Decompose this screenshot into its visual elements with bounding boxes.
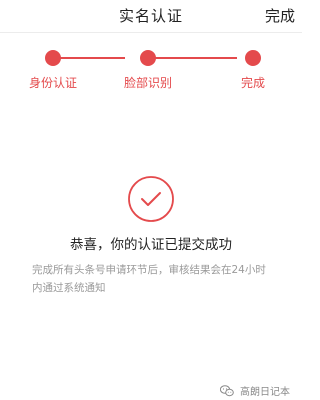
check-circle-icon (128, 176, 174, 222)
step-1-label: 身份认证 (28, 76, 78, 90)
step-connector (155, 57, 237, 59)
success-title: 恭喜，你的认证已提交成功 (70, 237, 232, 253)
watermark-text: 高朗日记本 (240, 387, 290, 398)
real-name-verification-page: 实名认证 完成 身份认证 脸部识别 完成 恭喜，你的认证已提交成功 完成所有头条… (0, 0, 302, 400)
step-2-label: 脸部识别 (123, 76, 173, 90)
step-3-label: 完成 (240, 76, 266, 90)
step-1-dot (45, 50, 61, 66)
done-button[interactable]: 完成 (265, 5, 295, 26)
step-3-dot (245, 50, 261, 66)
wechat-icon (220, 384, 234, 396)
progress-steps: 身份认证 脸部识别 完成 (0, 44, 302, 94)
watermark: 高朗日记本 (220, 383, 290, 398)
navigation-bar: 实名认证 完成 (0, 0, 302, 33)
step-2-dot (140, 50, 156, 66)
success-description: 完成所有头条号申请环节后，审核结果会在24小时内通过系统通知 (32, 264, 266, 294)
page-title: 实名认证 (118, 7, 183, 25)
step-connector (52, 57, 125, 59)
